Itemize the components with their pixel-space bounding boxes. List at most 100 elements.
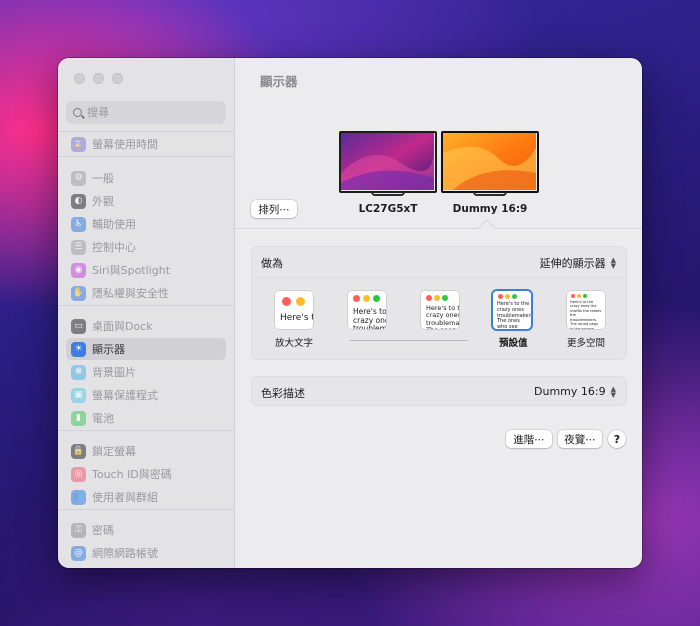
arrange-button[interactable]: 排列⋯ <box>251 200 297 218</box>
sidebar-item-label: 外觀 <box>92 195 114 208</box>
sidebar-item-fingerprint[interactable]: ◎ Touch ID與密碼 <box>66 463 226 485</box>
search-field[interactable] <box>66 101 226 124</box>
resolution-slider-track[interactable] <box>350 340 468 341</box>
sidebar-item-label: 使用者與群組 <box>92 491 158 504</box>
use-as-popup[interactable]: 延伸的顯示器 ▲ ▼ <box>540 255 616 271</box>
sidebar-item-label: 一般 <box>92 172 114 185</box>
resolution-label-more-space: 更多空間 <box>567 338 606 349</box>
sidebar-item-gear[interactable]: ⚙ 一般 <box>66 167 226 189</box>
appearance-icon: ◐ <box>71 193 86 209</box>
sidebar-item-label: 密碼 <box>92 524 114 537</box>
accessibility-icon: ♿ <box>71 216 86 232</box>
sidebar-item-label: 電池 <box>92 412 114 425</box>
sidebar-item-siri[interactable]: ◉ Siri與Spotlight <box>66 259 226 281</box>
page-title: 顯示器 <box>260 74 298 89</box>
sidebar-item-label: 螢幕保護程式 <box>92 389 158 402</box>
monitor-lc27g5xt-wallpaper <box>341 133 434 190</box>
hand-icon: ✋ <box>71 285 86 301</box>
sidebar-item-label: Siri與Spotlight <box>92 264 171 277</box>
minimize-button[interactable] <box>93 73 104 84</box>
dock-icon: ▭ <box>71 318 86 334</box>
group-divider <box>252 277 626 278</box>
sidebar-item-appearance[interactable]: ◐ 外觀 <box>66 190 226 212</box>
resolution-sample-text: Here's to the crazy ones the misfits the… <box>570 300 602 329</box>
sidebar-item-label: 網際網路帳號 <box>92 547 158 560</box>
battery-icon: ▮ <box>71 410 86 426</box>
fingerprint-icon: ◎ <box>71 466 86 482</box>
lock-icon: 🔒 <box>71 443 86 459</box>
sidebar-item-label: 控制中心 <box>92 241 136 254</box>
monitor-dummy-wallpaper <box>443 133 536 190</box>
sidebar-item-accessibility[interactable]: ♿ 輔助使用 <box>66 213 226 235</box>
sidebar-item-screensaver[interactable]: ▣ 螢幕保護程式 <box>66 384 226 406</box>
main-divider <box>235 228 642 229</box>
resolution-option-more-space[interactable]: Here's to the crazy ones the misfits the… <box>567 291 605 329</box>
monitor-lc27g5xt-label: LC27G5xT <box>358 203 418 215</box>
main-pane: 顯示器 LC27G5xT Dummy 16:9 排列⋯ 做為 延伸的顯示器 ▲ … <box>235 58 642 568</box>
sidebar-item-battery[interactable]: ▮ 電池 <box>66 407 226 429</box>
gear-icon: ⚙ <box>71 170 86 186</box>
screensaver-icon: ▣ <box>71 387 86 403</box>
sidebar-item-at[interactable]: @ 網際網路帳號 <box>66 542 226 564</box>
sidebar-item-label: 鎖定螢幕 <box>92 445 136 458</box>
sidebar: ⌛ 螢幕使用時間 ⚙ 一般 ◐ 外觀 ♿ 輔助使用 ☰ 控制中心 ◉ Siri與Spotlight ✋ 隱… <box>58 58 235 568</box>
search-icon <box>73 108 82 117</box>
sidebar-item-key[interactable]: ⚿ 密碼 <box>66 519 226 541</box>
sidebar-item-label: Touch ID與密碼 <box>92 468 172 481</box>
sidebar-item-control-center[interactable]: ☰ 控制中心 <box>66 236 226 258</box>
color-profile-label: 色彩描述 <box>261 387 305 400</box>
resolution-option-3[interactable]: Here's to the crazy ones troublemakers. … <box>421 291 459 329</box>
monitor-dummy-stand <box>473 192 507 196</box>
sidebar-item-label: 輔助使用 <box>92 218 136 231</box>
sidebar-item-label: 螢幕使用時間 <box>92 138 158 151</box>
color-profile-value: Dummy 16:9 <box>534 385 606 398</box>
resolution-label-default: 預設值 <box>499 338 528 349</box>
use-as-label: 做為 <box>261 257 283 270</box>
color-profile-popup[interactable]: Dummy 16:9 ▲ ▼ <box>534 385 616 398</box>
selected-monitor-indicator <box>477 219 496 238</box>
sidebar-item-label: 桌面與Dock <box>92 320 153 333</box>
hourglass-icon: ⌛ <box>71 136 86 152</box>
resolution-sample-text: Here's to the crazy ones troublemakers. … <box>426 304 459 329</box>
sidebar-item-sun[interactable]: ☀ 顯示器 <box>66 338 226 360</box>
sidebar-item-hourglass[interactable]: ⌛ 螢幕使用時間 <box>66 133 226 155</box>
resolution-option-larger-text[interactable]: Here's to the crazy ones <box>275 291 313 329</box>
night-shift-button[interactable]: 夜覽⋯ <box>558 430 602 448</box>
use-as-value: 延伸的顯示器 <box>539 257 606 270</box>
resolution-sample-text: Here's to the crazy ones troublemakers. … <box>497 301 531 329</box>
monitor-lc27g5xt[interactable] <box>339 131 437 193</box>
zoom-button[interactable] <box>112 73 123 84</box>
at-icon: @ <box>71 545 86 561</box>
sidebar-divider <box>58 305 234 306</box>
resolution-option-2[interactable]: Here's to the crazy ones troublemakers. … <box>348 291 386 329</box>
sidebar-item-hand[interactable]: ✋ 隱私權與安全性 <box>66 282 226 304</box>
close-button[interactable] <box>74 73 85 84</box>
help-button[interactable]: ? <box>608 430 626 448</box>
sidebar-item-lock[interactable]: 🔒 鎖定螢幕 <box>66 440 226 462</box>
sidebar-item-label: 顯示器 <box>92 343 125 356</box>
resolution-option-default[interactable]: Here's to the crazy ones troublemakers. … <box>493 291 531 329</box>
sidebar-item-wallpaper[interactable]: ❋ 背景圖片 <box>66 361 226 383</box>
control-center-icon: ☰ <box>71 239 86 255</box>
chevron-updown-icon: ▲ ▼ <box>610 256 616 270</box>
chevron-updown-icon: ▲ ▼ <box>610 384 616 399</box>
sidebar-item-dock[interactable]: ▭ 桌面與Dock <box>66 315 226 337</box>
key-icon: ⚿ <box>71 522 86 538</box>
sidebar-divider <box>58 131 234 132</box>
sidebar-item-label: 隱私權與安全性 <box>92 287 169 300</box>
sidebar-item-users[interactable]: 👥 使用者與群組 <box>66 486 226 508</box>
users-icon: 👥 <box>71 489 86 505</box>
advanced-button[interactable]: 進階⋯ <box>506 430 552 448</box>
sidebar-divider <box>58 430 234 431</box>
wallpaper-icon: ❋ <box>71 364 86 380</box>
siri-icon: ◉ <box>71 262 86 278</box>
window-controls <box>74 73 123 84</box>
monitor-dummy-label: Dummy 16:9 <box>452 203 528 215</box>
sun-icon: ☀ <box>71 341 86 357</box>
resolution-sample-text: Here's to the crazy ones troublemakers. … <box>353 307 386 329</box>
monitor-dummy[interactable] <box>441 131 539 193</box>
use-as-group: 做為 延伸的顯示器 ▲▼ Here's to the crazy ones He… <box>251 246 627 360</box>
sidebar-divider <box>58 509 234 510</box>
search-input[interactable] <box>87 106 207 119</box>
resolution-sample-text: Here's to the crazy ones <box>280 313 313 323</box>
